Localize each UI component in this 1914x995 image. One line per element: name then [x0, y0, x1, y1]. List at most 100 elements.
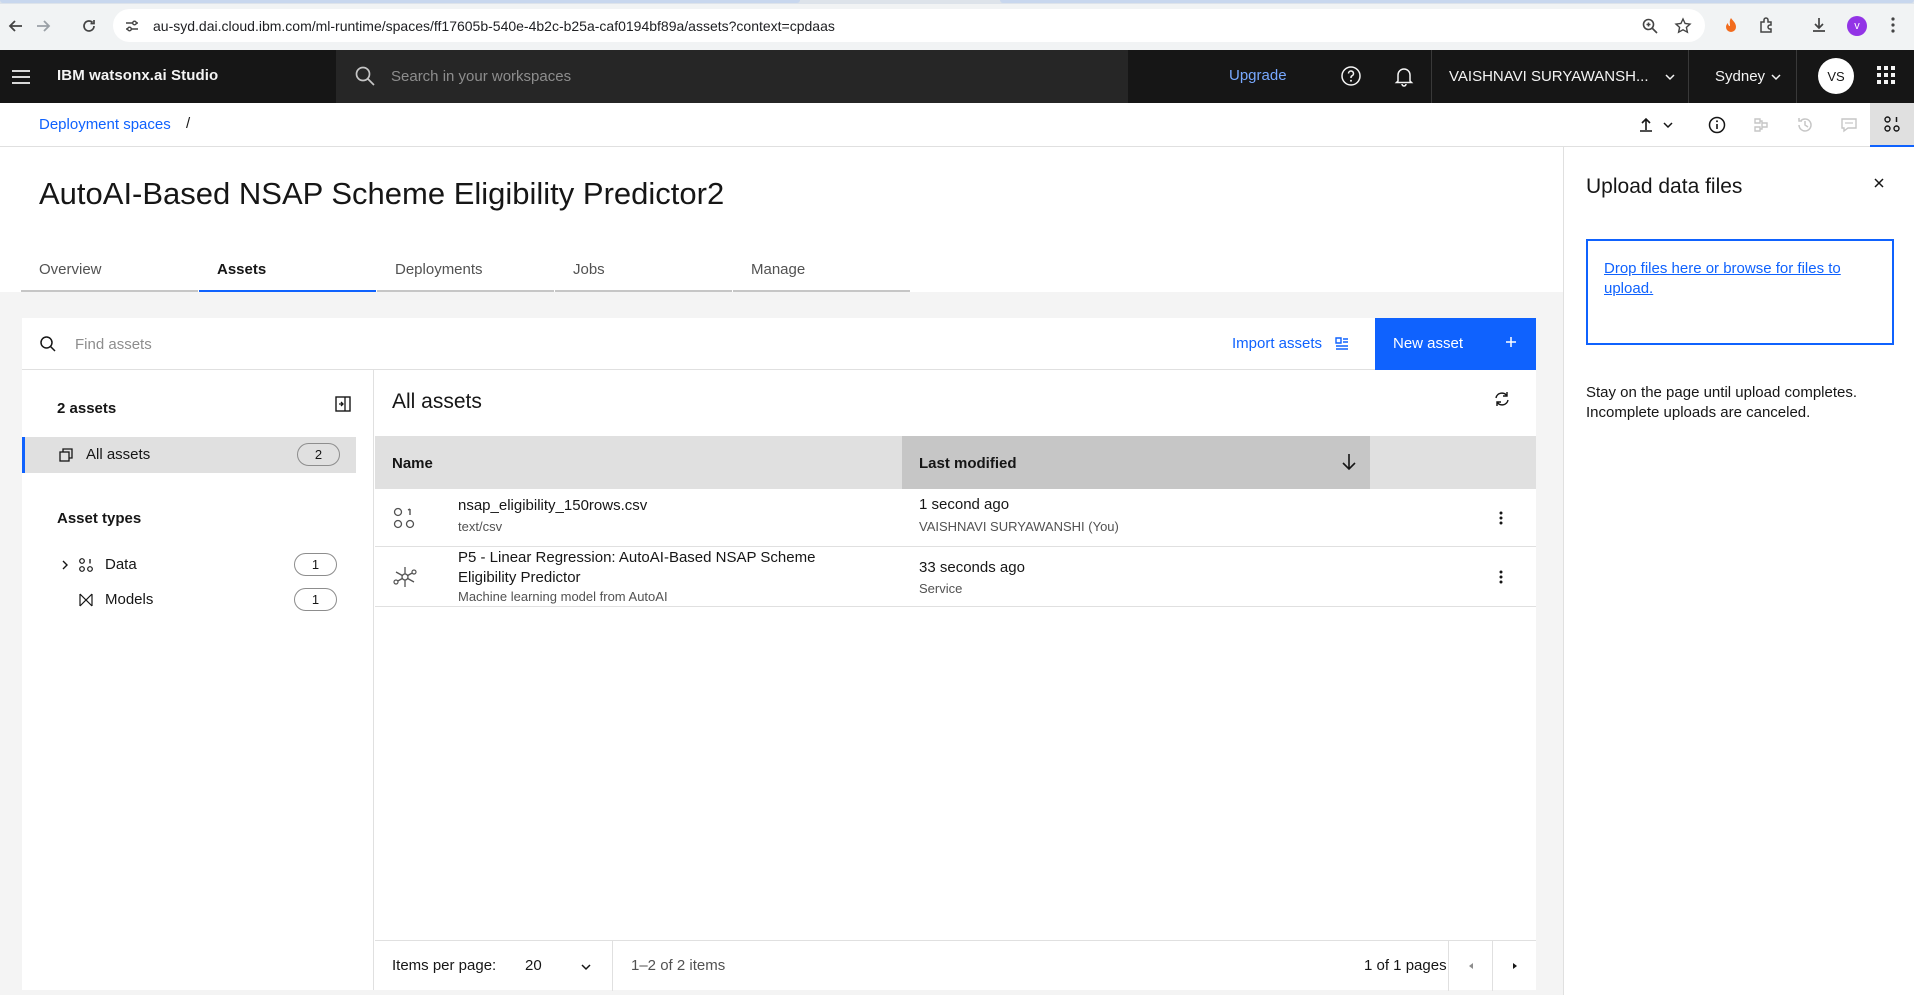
caret-right-icon [1512, 963, 1517, 969]
puzzle-icon [1760, 17, 1772, 33]
upload-menu-button[interactable] [1625, 103, 1689, 147]
breadcrumb: Deployment spaces / [0, 103, 1914, 147]
hamburger-icon [12, 70, 30, 84]
main-menu-button[interactable] [10, 66, 32, 88]
items-per-page-select[interactable]: 20 [525, 957, 542, 974]
about-button[interactable] [1695, 103, 1739, 147]
overflow-menu-icon[interactable] [1491, 567, 1511, 587]
info-icon [1708, 116, 1726, 134]
column-name[interactable]: Name [392, 455, 433, 472]
model-asset-icon [393, 567, 417, 587]
help-button[interactable] [1339, 64, 1363, 88]
filter-models-count: 1 [294, 588, 337, 611]
data-assets-icon [1884, 116, 1900, 132]
sort-descending-icon[interactable] [1340, 452, 1358, 472]
search-placeholder: Search in your workspaces [391, 68, 572, 85]
address-bar[interactable]: au-syd.dai.cloud.ibm.com/ml-runtime/spac… [113, 9, 1705, 42]
url-text[interactable]: au-syd.dai.cloud.ibm.com/ml-runtime/spac… [153, 18, 835, 34]
forward-button[interactable] [32, 15, 54, 37]
product-name[interactable]: IBM watsonx.ai Studio [57, 67, 218, 84]
import-icon [1335, 336, 1349, 350]
close-panel-button[interactable] [1867, 171, 1891, 195]
pager-divider [612, 941, 613, 991]
tab-jobs[interactable]: Jobs [555, 252, 732, 292]
extensions-button[interactable] [1757, 15, 1777, 35]
table-row[interactable]: P5 - Linear Regression: AutoAI-Based NSA… [375, 547, 1536, 607]
browser-profile-avatar[interactable]: v [1847, 16, 1867, 36]
file-dropzone[interactable]: Drop files here or browse for files to u… [1586, 239, 1894, 345]
tab-deployments[interactable]: Deployments [377, 252, 554, 292]
chevron-right-icon[interactable] [59, 559, 71, 571]
bookmark-star-icon[interactable] [1674, 17, 1692, 35]
browse-files-link[interactable]: Drop files here or browse for files to u… [1604, 259, 1879, 299]
all-assets-count: 2 [297, 443, 340, 466]
asset-modified-time: 33 seconds ago [919, 559, 1025, 576]
browser-menu-button[interactable] [1883, 15, 1903, 35]
search-icon [355, 66, 375, 86]
zoom-icon[interactable] [1641, 17, 1659, 35]
assets-panel-button[interactable] [1870, 103, 1914, 147]
filter-all-assets[interactable]: All assets 2 [22, 437, 356, 473]
items-per-page-label: Items per page: [392, 957, 497, 974]
reload-button[interactable] [78, 15, 100, 37]
downloads-button[interactable] [1809, 15, 1829, 35]
upgrade-link[interactable]: Upgrade [1229, 67, 1287, 84]
breadcrumb-deployment-spaces[interactable]: Deployment spaces [39, 116, 171, 133]
filter-models[interactable]: Models 1 [22, 584, 356, 616]
asset-modified-by: Service [919, 581, 963, 596]
history-button[interactable] [1783, 103, 1827, 147]
asset-table-panel: All assets Name Last modified nsap_eligi… [375, 370, 1536, 991]
tab-assets[interactable]: Assets [199, 252, 376, 292]
asset-count: 2 assets [57, 400, 117, 417]
user-avatar[interactable]: VS [1818, 58, 1854, 94]
site-settings-icon[interactable] [123, 17, 141, 35]
new-asset-label: New asset [1393, 335, 1464, 352]
tab-overview[interactable]: Overview [21, 252, 198, 292]
import-assets-button[interactable]: Import assets [1232, 335, 1350, 352]
page-count: 1 of 1 pages [1364, 957, 1447, 974]
notifications-button[interactable] [1392, 64, 1416, 88]
lineage-button[interactable] [1739, 103, 1783, 147]
new-asset-button[interactable]: New asset [1375, 318, 1536, 370]
caret-left-icon [1468, 963, 1473, 969]
table-row[interactable]: nsap_eligibility_150rows.csv text/csv 1 … [375, 489, 1536, 547]
overflow-menu-icon[interactable] [1491, 508, 1511, 528]
chevron-down-icon [1665, 74, 1675, 81]
breadcrumb-separator: / [186, 115, 191, 132]
bell-icon [1394, 68, 1414, 87]
browser-toolbar: au-syd.dai.cloud.ibm.com/ml-runtime/spac… [0, 0, 1914, 50]
extension-fire-icon[interactable] [1721, 15, 1741, 35]
tab-manage[interactable]: Manage [733, 252, 910, 292]
column-last-modified-label: Last modified [919, 455, 1017, 472]
table-header: Name Last modified [375, 436, 1536, 489]
back-button[interactable] [5, 15, 27, 37]
next-page-button[interactable] [1492, 941, 1536, 991]
global-search[interactable]: Search in your workspaces [336, 50, 1128, 103]
search-icon [40, 336, 56, 352]
region-name: Sydney [1715, 68, 1766, 85]
kebab-menu-icon [1891, 17, 1895, 33]
app-switcher-button[interactable] [1875, 64, 1899, 88]
upload-note: Stay on the page until upload completes.… [1586, 384, 1858, 421]
account-name: VAISHNAVI SURYAWANSH... [1449, 68, 1649, 85]
model-icon [79, 593, 93, 607]
filter-data[interactable]: Data 1 [22, 549, 356, 581]
previous-page-button[interactable] [1448, 941, 1492, 991]
refresh-icon[interactable] [1493, 390, 1511, 408]
asset-name-link[interactable]: P5 - Linear Regression: AutoAI-Based NSA… [458, 548, 858, 588]
collapse-panel-icon[interactable] [334, 395, 352, 413]
arrow-left-icon [8, 20, 22, 32]
asset-name-link[interactable]: nsap_eligibility_150rows.csv [458, 496, 858, 516]
tab-strip [0, 0, 1914, 4]
chevron-down-icon[interactable] [579, 960, 593, 974]
comments-button[interactable] [1827, 103, 1871, 147]
pagination: Items per page: 20 1–2 of 2 items 1 of 1… [375, 940, 1536, 991]
find-assets-input[interactable]: Find assets [75, 336, 152, 353]
item-range: 1–2 of 2 items [631, 957, 726, 974]
data-icon [79, 558, 93, 572]
region-switcher[interactable]: Sydney [1688, 50, 1797, 103]
column-last-modified[interactable]: Last modified [902, 436, 1370, 489]
reload-icon [83, 20, 95, 32]
close-icon [1874, 178, 1884, 188]
account-switcher[interactable]: VAISHNAVI SURYAWANSH... [1431, 50, 1688, 103]
